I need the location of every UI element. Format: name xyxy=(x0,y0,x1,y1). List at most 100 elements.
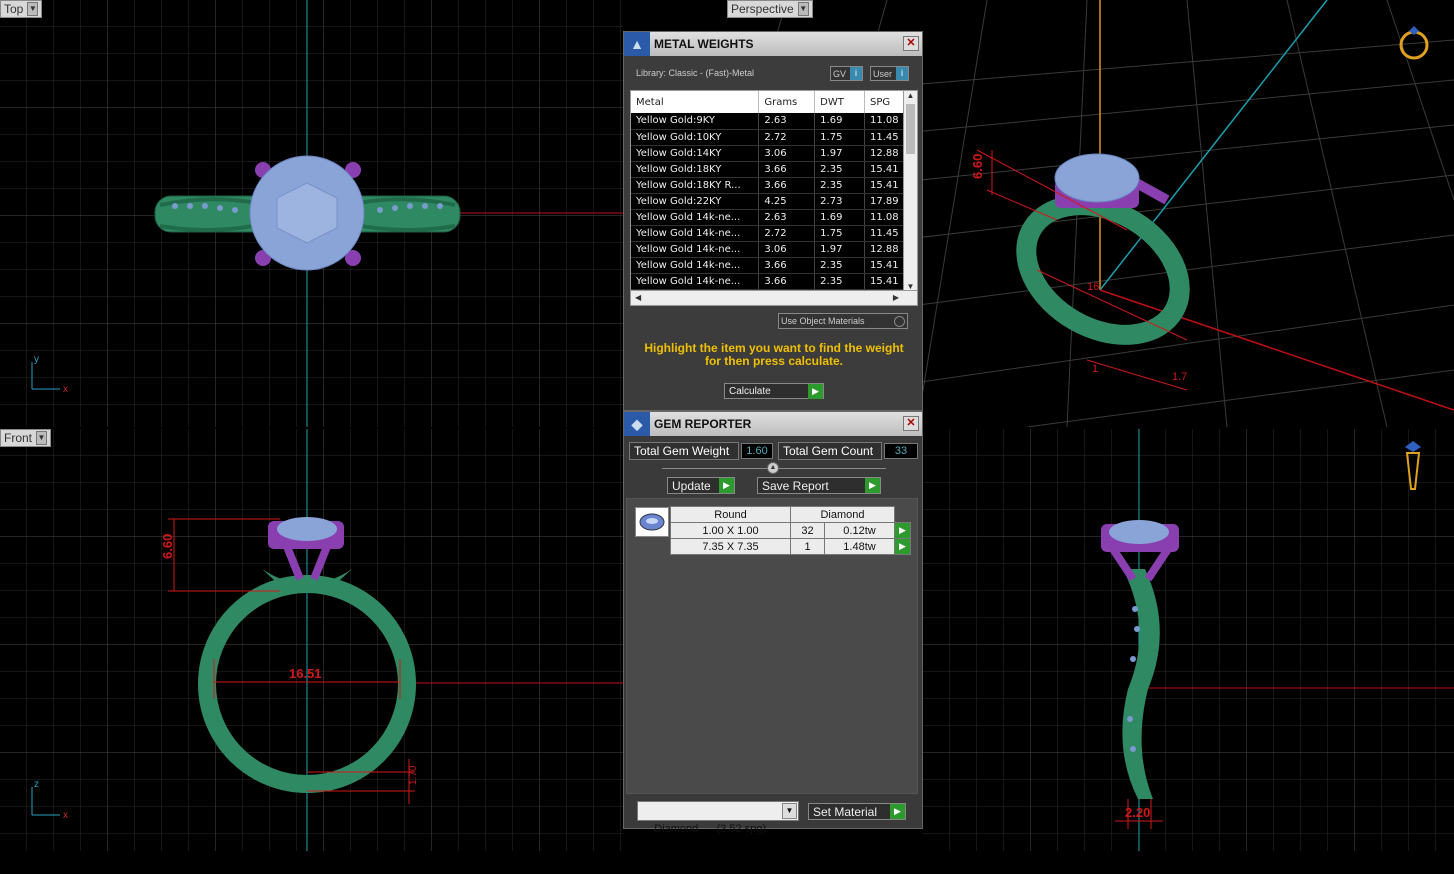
table-cell: 15.41 xyxy=(864,161,905,178)
close-icon[interactable]: ✕ xyxy=(903,416,919,431)
gv-toggle[interactable]: GV i xyxy=(830,66,864,81)
material-select-value: Diamond (3.52 spg) xyxy=(654,823,767,835)
table-row[interactable]: Yellow Gold:18KY R... 3.66 2.35 15.41 xyxy=(631,177,905,194)
vertical-scrollbar[interactable]: ▲ ▼ xyxy=(903,91,917,291)
ring-gold-icon xyxy=(1399,26,1429,60)
save-report-label: Save Report xyxy=(762,478,829,493)
gem-shape-header: Round xyxy=(670,506,791,523)
front-view-canvas[interactable]: 6.60 16.51 1.70 z x xyxy=(0,429,623,851)
table-cell: 2.35 xyxy=(814,273,865,290)
table-cell: Yellow Gold:14KY xyxy=(631,145,760,162)
total-weight-label: Total Gem Weight xyxy=(629,442,739,460)
chevron-down-icon[interactable]: ▼ xyxy=(27,2,39,16)
gem-reporter-title: GEM REPORTER xyxy=(654,417,752,431)
table-cell: 2.72 xyxy=(758,129,816,146)
select-gem-button[interactable]: ▶ xyxy=(894,522,911,539)
user-label: User xyxy=(873,68,893,79)
table-cell: 1.97 xyxy=(814,241,865,258)
table-cell: 3.66 xyxy=(758,177,816,194)
table-row[interactable]: Yellow Gold 14k-ne... 3.66 2.35 15.41 xyxy=(631,273,905,290)
viewport-perspective-label[interactable]: Perspective ▼ xyxy=(727,0,813,18)
scroll-left-icon[interactable]: ◀ xyxy=(635,293,641,302)
table-row: 1.00 X 1.00 32 0.12tw ▶ xyxy=(670,522,911,539)
top-view-canvas[interactable]: y x xyxy=(0,0,623,427)
material-select[interactable]: Diamond (3.52 spg) ▼ xyxy=(637,801,799,835)
library-label: Library: Classic - (Fast)-Metal xyxy=(636,68,755,78)
column-header[interactable]: DWT xyxy=(814,91,865,113)
axis-y-label: y xyxy=(34,354,39,365)
right-view-canvas[interactable]: 2.20 xyxy=(923,429,1454,851)
gem-weight: 1.48tw xyxy=(824,538,895,555)
set-material-label: Set Material xyxy=(813,804,878,819)
table-cell: Yellow Gold 14k-ne... xyxy=(631,241,760,258)
viewport-right[interactable]: 2.20 xyxy=(923,429,1454,851)
column-header[interactable]: Metal xyxy=(631,91,760,113)
radio-icon[interactable] xyxy=(894,315,905,327)
horizontal-scrollbar[interactable]: ◀ ▶ xyxy=(631,290,917,305)
column-header[interactable]: SPG xyxy=(864,91,905,113)
ring-perspective-shape xyxy=(1016,153,1190,345)
table-cell: 2.35 xyxy=(814,177,865,194)
calculate-button[interactable]: Calculate ▶ xyxy=(724,383,824,399)
table-cell: Yellow Gold 14k-ne... xyxy=(631,225,760,242)
total-count-value: 33 xyxy=(884,443,918,459)
user-toggle[interactable]: User i xyxy=(870,66,910,81)
table-cell: 1.75 xyxy=(814,225,865,242)
table-cell: 11.45 xyxy=(864,129,905,146)
persp-small-dim: 1 xyxy=(1092,363,1098,375)
play-icon: ▶ xyxy=(719,478,734,493)
viewport-front[interactable]: 6.60 16.51 1.70 z x Front ▼ xyxy=(0,429,623,851)
persp-height-dim: 6.60 xyxy=(970,154,985,179)
table-row[interactable]: Yellow Gold 14k-ne... 3.66 2.35 15.41 xyxy=(631,257,905,274)
table-row[interactable]: Yellow Gold:22KY 4.25 2.73 17.89 xyxy=(631,193,905,210)
viewport-front-name: Front xyxy=(4,431,33,445)
save-report-button[interactable]: Save Report ▶ xyxy=(757,477,881,494)
table-cell: 1.69 xyxy=(814,113,865,130)
round-gem-icon xyxy=(635,507,669,537)
chevron-down-icon[interactable]: ▼ xyxy=(36,431,48,445)
collapse-icon[interactable]: ▲ xyxy=(767,462,779,474)
scroll-up-icon[interactable]: ▲ xyxy=(904,91,917,100)
chevron-down-icon[interactable]: ▼ xyxy=(797,2,809,16)
play-icon: ▶ xyxy=(890,804,905,819)
metal-table-container[interactable]: Metal Grams DWT SPG Yellow Gold:9KY 2.63 1.69… xyxy=(630,90,918,306)
use-object-materials-label: Use Object Materials xyxy=(781,316,865,326)
gem-size: 1.00 X 1.00 xyxy=(670,522,791,539)
table-row: 7.35 X 7.35 1 1.48tw ▶ xyxy=(670,538,911,555)
table-cell: 4.25 xyxy=(758,193,816,210)
viewport-top[interactable]: y x Top ▼ xyxy=(0,0,623,427)
viewport-front-label[interactable]: Front ▼ xyxy=(0,429,52,447)
select-gem-button[interactable]: ▶ xyxy=(894,538,911,555)
close-icon[interactable]: ✕ xyxy=(903,36,919,51)
table-cell: 2.35 xyxy=(814,161,865,178)
weight-hint: Highlight the item you want to find the … xyxy=(644,341,904,368)
right-width-dim: 2.20 xyxy=(1125,805,1150,820)
table-row[interactable]: Yellow Gold:10KY 2.72 1.75 11.45 xyxy=(631,129,905,146)
scroll-right-icon[interactable]: ▶ xyxy=(893,293,899,302)
table-row[interactable]: Yellow Gold:14KY 3.06 1.97 12.88 xyxy=(631,145,905,162)
table-cell: 2.63 xyxy=(758,113,816,130)
table-row[interactable]: Yellow Gold:9KY 2.63 1.69 11.08 xyxy=(631,113,905,130)
set-material-button[interactable]: Set Material ▶ xyxy=(808,803,906,820)
metal-table[interactable]: Metal Grams DWT SPG Yellow Gold:9KY 2.63 1.69… xyxy=(631,91,905,290)
table-cell: Yellow Gold:10KY xyxy=(631,129,760,146)
metal-weights-titlebar[interactable]: ▲ METAL WEIGHTS ✕ xyxy=(624,32,922,56)
persp-band-dim: 1.7 xyxy=(1172,371,1187,383)
table-cell: 3.66 xyxy=(758,161,816,178)
table-row[interactable]: Yellow Gold 14k-ne... 2.63 1.69 11.08 xyxy=(631,209,905,226)
table-cell: 3.66 xyxy=(758,257,816,274)
use-object-materials-toggle[interactable]: Use Object Materials xyxy=(778,313,908,329)
metal-weights-panel: ▲ METAL WEIGHTS ✕ Library: Classic - (Fa… xyxy=(623,31,923,411)
column-header[interactable]: Grams xyxy=(758,91,816,113)
table-row[interactable]: Yellow Gold 14k-ne... 3.06 1.97 12.88 xyxy=(631,241,905,258)
table-row[interactable]: Yellow Gold 14k-ne... 2.72 1.75 11.45 xyxy=(631,225,905,242)
table-cell: 11.45 xyxy=(864,225,905,242)
play-icon: ▶ xyxy=(865,478,880,493)
axis-x-label: x xyxy=(63,384,68,395)
chevron-down-icon[interactable]: ▼ xyxy=(782,803,797,819)
table-row[interactable]: Yellow Gold:18KY 3.66 2.35 15.41 xyxy=(631,161,905,178)
gem-reporter-titlebar[interactable]: ◆ GEM REPORTER ✕ xyxy=(624,412,922,436)
update-button[interactable]: Update ▶ xyxy=(667,477,735,494)
scroll-thumb[interactable] xyxy=(906,104,915,154)
viewport-top-label[interactable]: Top ▼ xyxy=(0,0,43,18)
